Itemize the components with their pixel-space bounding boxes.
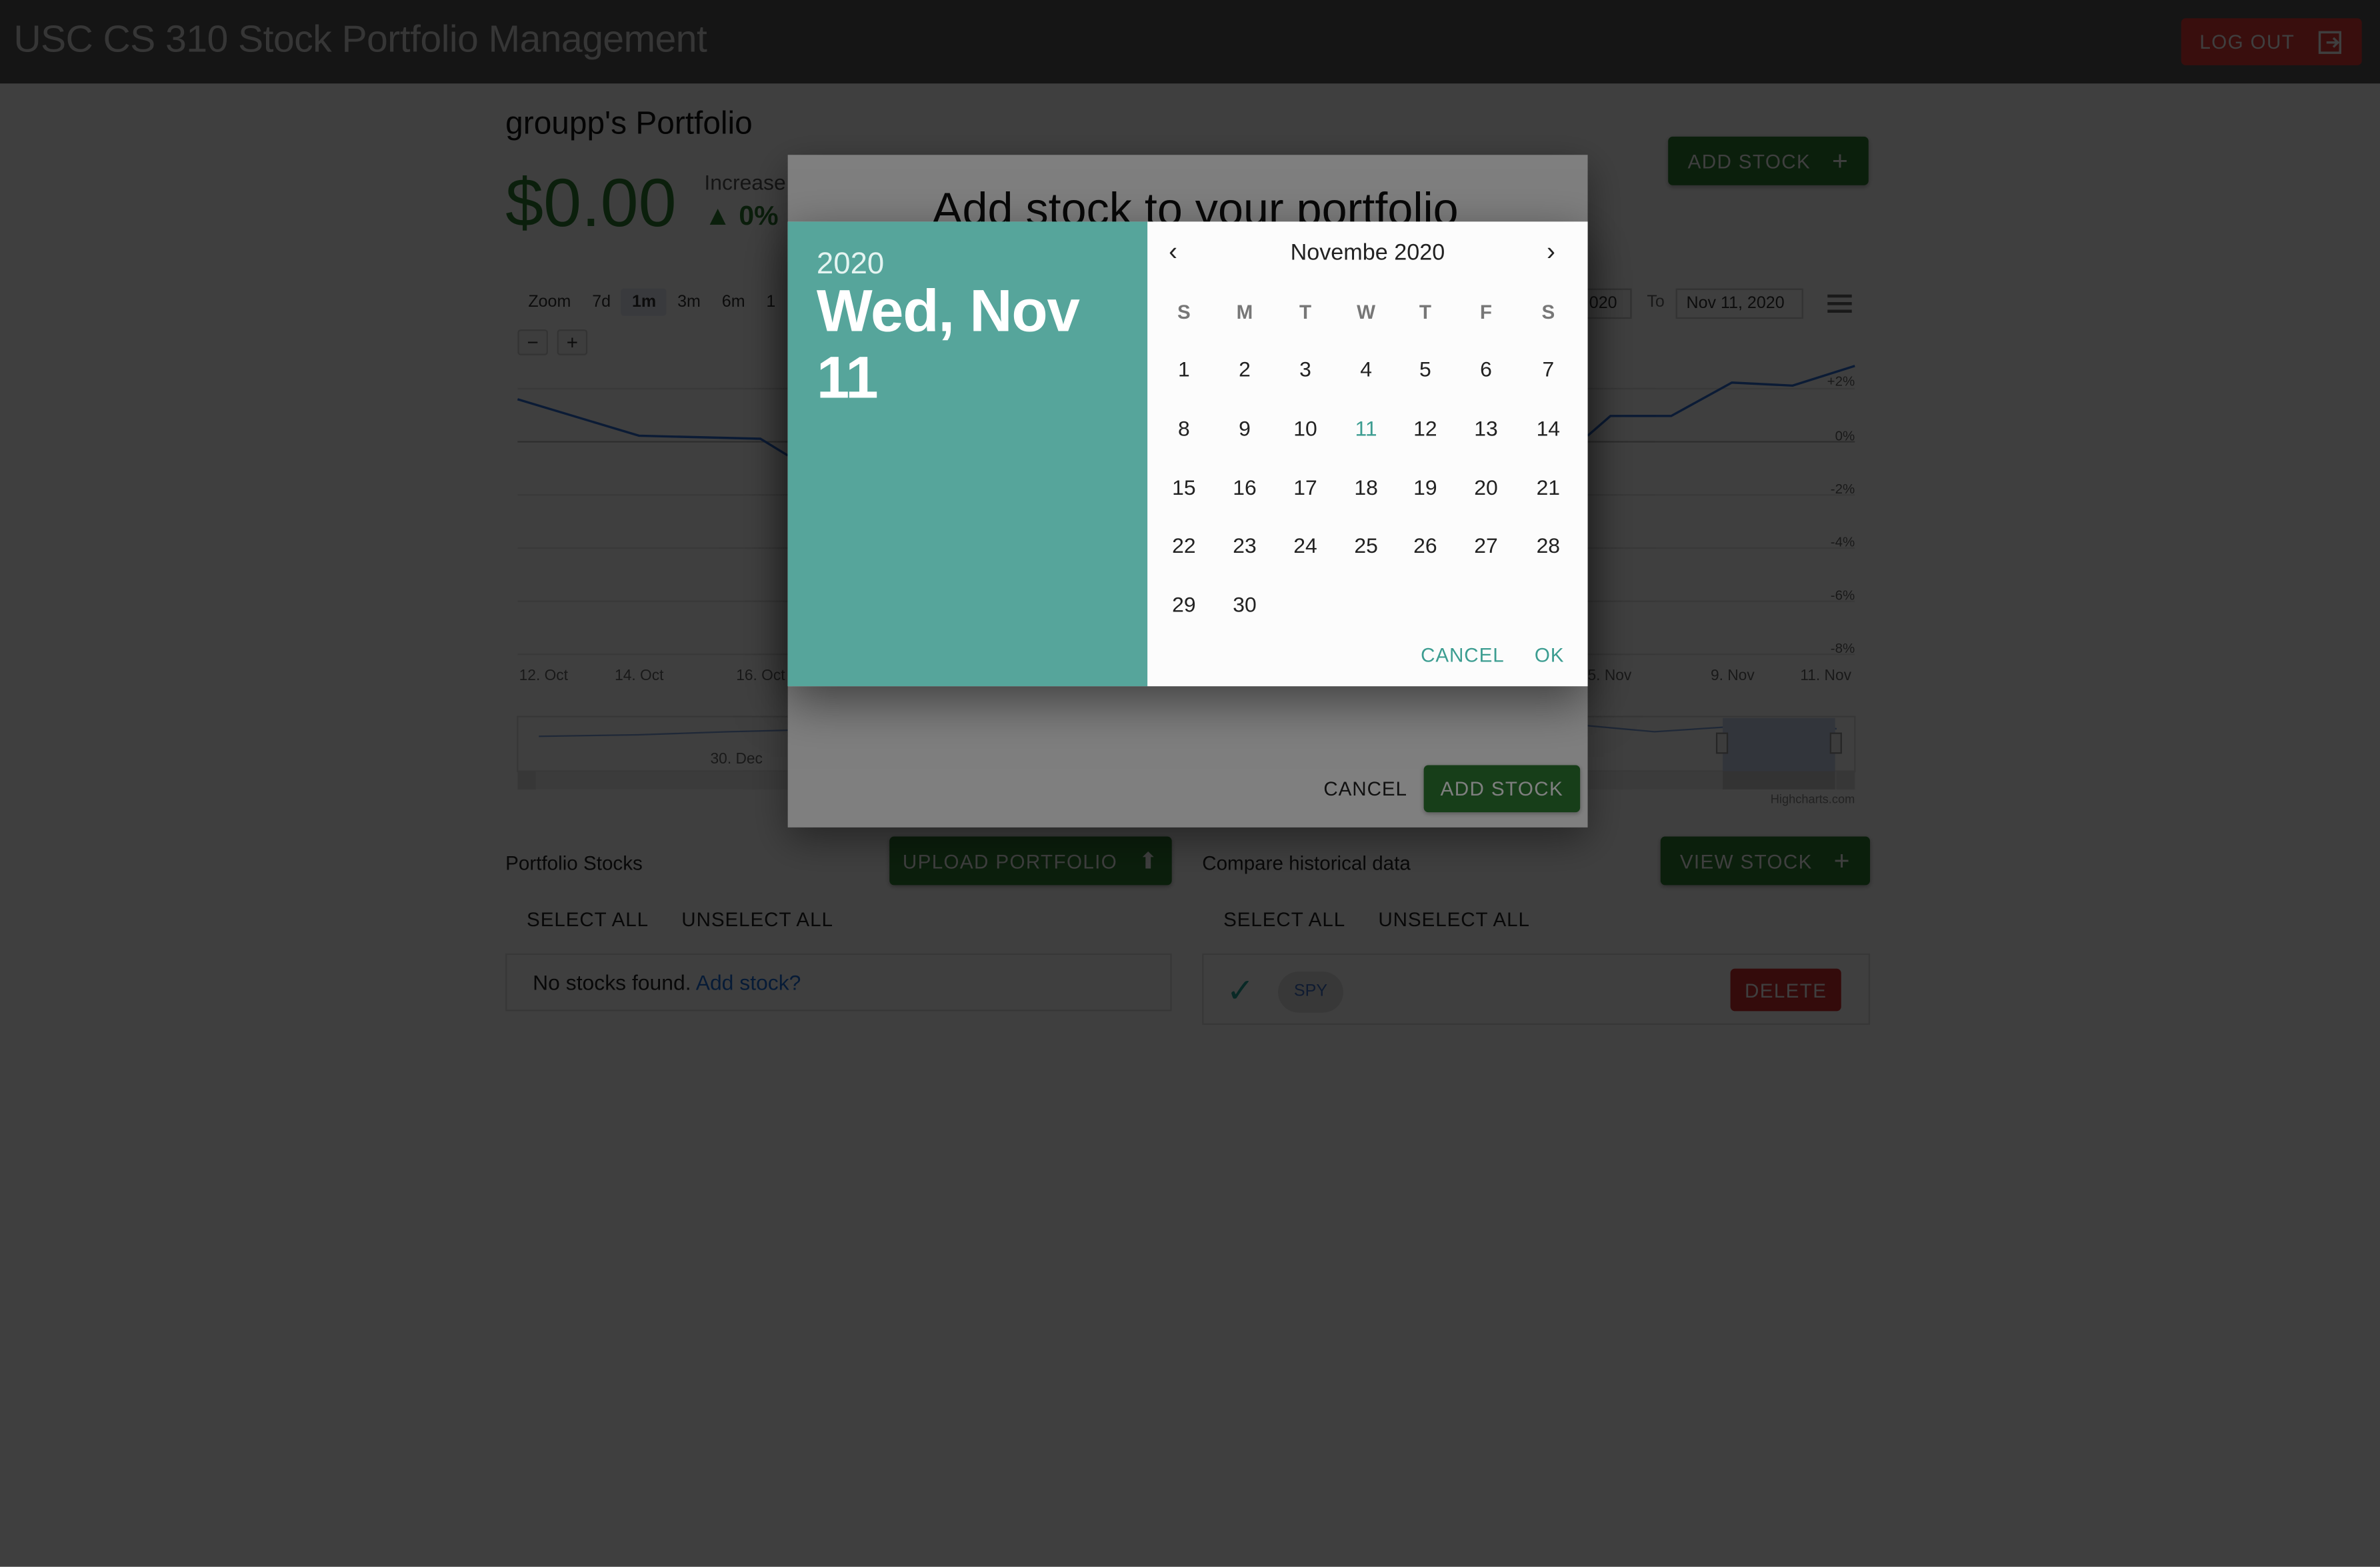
calendar-day[interactable]: 25 xyxy=(1343,533,1389,557)
calendar-day[interactable]: 13 xyxy=(1463,416,1509,440)
calendar-day[interactable]: 30 xyxy=(1222,592,1267,616)
weekday-label: M xyxy=(1236,300,1253,323)
calendar-day[interactable]: 9 xyxy=(1222,416,1267,440)
picker-cancel-button[interactable]: CANCEL xyxy=(1421,643,1505,666)
calendar-day[interactable]: 5 xyxy=(1403,357,1448,381)
calendar-day[interactable]: 28 xyxy=(1525,533,1571,557)
weekday-label: S xyxy=(1177,300,1191,323)
selected-year[interactable]: 2020 xyxy=(817,247,884,282)
date-picker-header: 2020 Wed, Nov 11 xyxy=(787,221,1148,687)
calendar-day-selected[interactable]: 11 xyxy=(1343,416,1389,440)
calendar-day[interactable]: 18 xyxy=(1343,475,1389,499)
calendar-day[interactable]: 8 xyxy=(1161,416,1207,440)
calendar-day[interactable]: 12 xyxy=(1403,416,1448,440)
calendar-day[interactable]: 6 xyxy=(1463,357,1509,381)
calendar-day[interactable]: 10 xyxy=(1283,416,1328,440)
month-label: Novembe 2020 xyxy=(1290,239,1445,266)
calendar-day[interactable]: 23 xyxy=(1222,533,1267,557)
calendar-day[interactable]: 27 xyxy=(1463,533,1509,557)
calendar-day[interactable]: 19 xyxy=(1403,475,1448,499)
weekday-label: T xyxy=(1299,300,1312,323)
calendar-day[interactable]: 21 xyxy=(1525,475,1571,499)
picker-ok-button[interactable]: OK xyxy=(1535,643,1565,666)
calendar-day[interactable]: 2 xyxy=(1222,357,1267,381)
calendar: ‹ Novembe 2020 › S M T W T F S 1 2 3 4 5… xyxy=(1147,221,1588,687)
calendar-day[interactable]: 22 xyxy=(1161,533,1207,557)
calendar-day[interactable]: 24 xyxy=(1283,533,1328,557)
calendar-day[interactable]: 14 xyxy=(1525,416,1571,440)
weekday-label: W xyxy=(1357,300,1376,323)
calendar-day[interactable]: 29 xyxy=(1161,592,1207,616)
calendar-day[interactable]: 16 xyxy=(1222,475,1267,499)
calendar-day[interactable]: 20 xyxy=(1463,475,1509,499)
weekday-label: T xyxy=(1419,300,1431,323)
calendar-day[interactable]: 4 xyxy=(1343,357,1389,381)
weekday-label: F xyxy=(1479,300,1493,323)
date-picker: 2020 Wed, Nov 11 ‹ Novembe 2020 › S M T … xyxy=(787,221,1588,687)
selected-date: Wed, Nov 11 xyxy=(816,279,1080,412)
chevron-right-icon[interactable]: › xyxy=(1547,237,1555,267)
weekday-label: S xyxy=(1541,300,1555,323)
calendar-day[interactable]: 3 xyxy=(1283,357,1328,381)
calendar-day[interactable]: 7 xyxy=(1525,357,1571,381)
app-root: USC CS 310 Stock Portfolio Management LO… xyxy=(0,0,2380,1567)
calendar-day[interactable]: 1 xyxy=(1161,357,1207,381)
calendar-day[interactable]: 17 xyxy=(1283,475,1328,499)
calendar-day[interactable]: 15 xyxy=(1161,475,1207,499)
calendar-day[interactable]: 26 xyxy=(1403,533,1448,557)
